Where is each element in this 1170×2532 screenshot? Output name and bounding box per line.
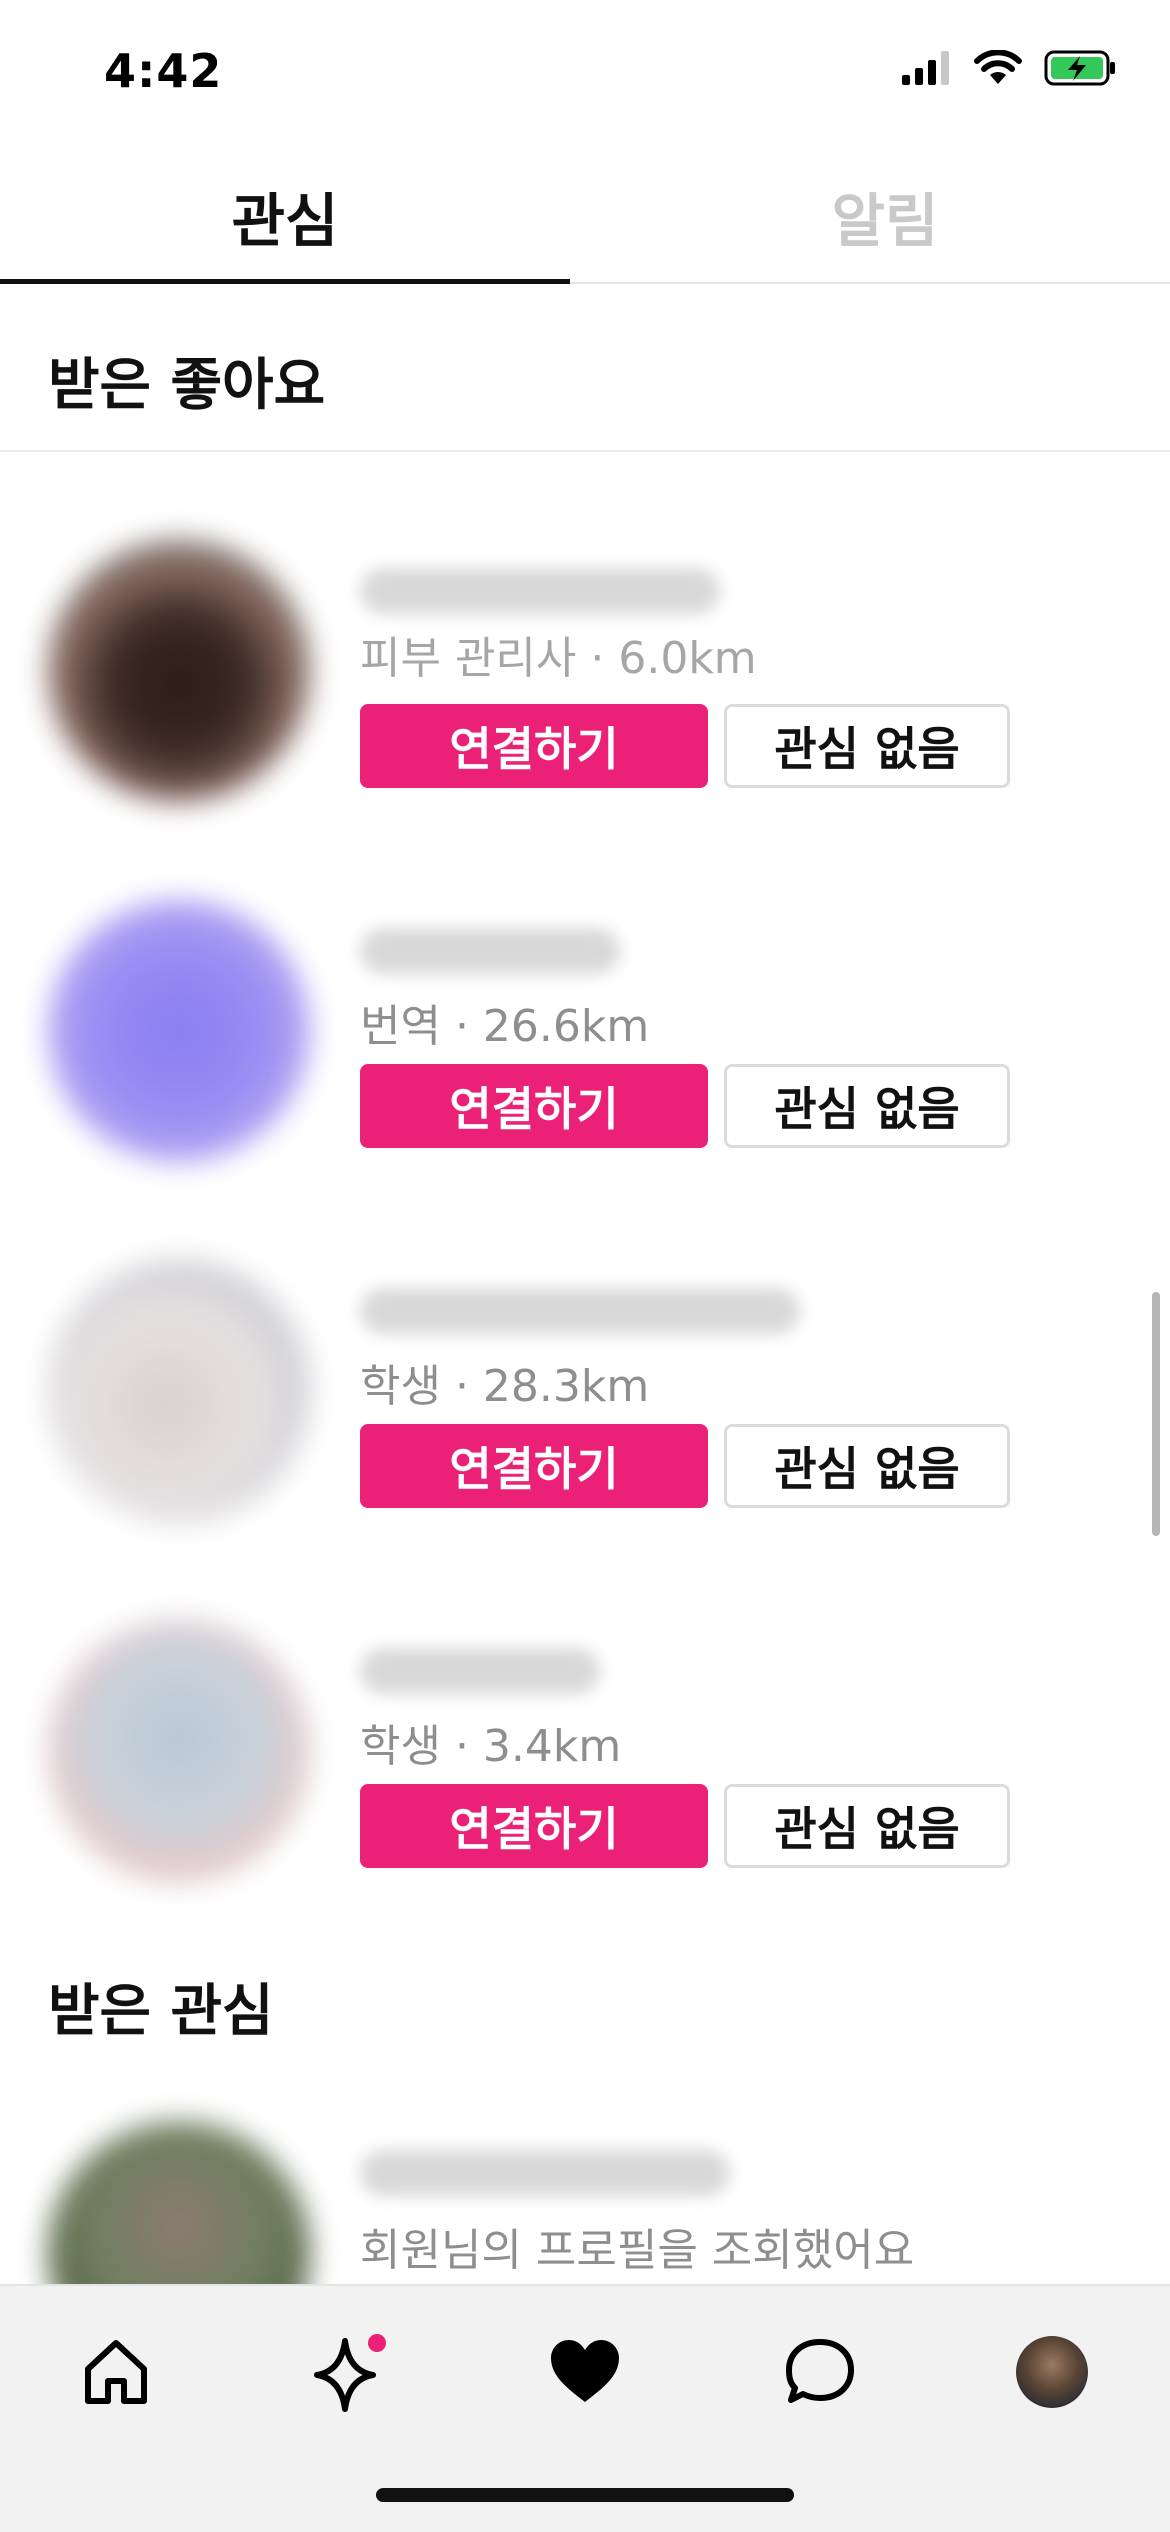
chat-bubble-icon <box>786 2339 854 2403</box>
blurred-name <box>360 1288 800 1334</box>
section-title-received-interest: 받은 관심 <box>48 1979 274 2044</box>
interest-meta: 회원님의 프로필을 조회했어요 <box>360 2225 915 2276</box>
top-tabs: 관심 알림 <box>0 150 1170 284</box>
scrollbar[interactable] <box>1152 1292 1160 1536</box>
section-title-received-likes: 받은 좋아요 <box>48 353 326 418</box>
card-meta: 학생 · 28.3km <box>360 1361 650 1412</box>
card-meta: 번역 · 26.6km <box>360 1001 650 1052</box>
not-interested-button[interactable]: 관심 없음 <box>724 1784 1010 1868</box>
connect-button[interactable]: 연결하기 <box>360 1424 708 1508</box>
avatar[interactable] <box>48 1260 310 1522</box>
blurred-name <box>360 928 620 974</box>
battery-charging-icon <box>1044 50 1115 86</box>
status-bar: 4:42 <box>0 0 1170 140</box>
blurred-name <box>360 1648 600 1694</box>
status-icons <box>902 50 1118 86</box>
nav-chat[interactable] <box>770 2322 870 2422</box>
heart-icon <box>551 2340 619 2402</box>
nav-likes[interactable] <box>535 2322 635 2422</box>
cellular-signal-icon <box>902 51 949 85</box>
interest-card: 회원님의 프로필을 조회했어요 <box>0 2122 1170 2384</box>
tab-interest[interactable]: 관심 <box>0 150 570 284</box>
connect-button[interactable]: 연결하기 <box>360 1064 708 1148</box>
status-time: 4:42 <box>104 44 223 98</box>
not-interested-button[interactable]: 관심 없음 <box>724 704 1010 788</box>
tab-notifications[interactable]: 알림 <box>600 150 1170 282</box>
sparkle-icon <box>314 2334 386 2412</box>
connect-button[interactable]: 연결하기 <box>360 704 708 788</box>
not-interested-button[interactable]: 관심 없음 <box>724 1424 1010 1508</box>
section-divider <box>0 450 1170 452</box>
avatar[interactable] <box>48 1620 310 1882</box>
card-meta: 학생 · 3.4km <box>360 1721 622 1772</box>
home-indicator <box>376 2488 794 2502</box>
not-interested-button[interactable]: 관심 없음 <box>724 1064 1010 1148</box>
avatar[interactable] <box>48 900 310 1162</box>
avatar[interactable] <box>48 540 310 802</box>
card-meta: 피부 관리사 · 6.0km <box>360 633 757 684</box>
blurred-name <box>360 2150 730 2196</box>
like-card: 피부 관리사 · 6.0km 연결하기 관심 없음 <box>0 540 1170 840</box>
like-card: 학생 · 3.4km 연결하기 관심 없음 <box>0 1620 1170 1920</box>
like-card: 번역 · 26.6km 연결하기 관심 없음 <box>0 900 1170 1200</box>
profile-avatar <box>1016 2336 1088 2408</box>
home-icon <box>85 2340 147 2404</box>
nav-home[interactable] <box>66 2322 166 2422</box>
blurred-name <box>360 568 720 614</box>
connect-button[interactable]: 연결하기 <box>360 1784 708 1868</box>
wifi-icon <box>974 50 1022 84</box>
nav-discover[interactable] <box>300 2322 400 2422</box>
nav-profile[interactable] <box>1002 2322 1102 2422</box>
like-card: 학생 · 28.3km 연결하기 관심 없음 <box>0 1260 1170 1560</box>
